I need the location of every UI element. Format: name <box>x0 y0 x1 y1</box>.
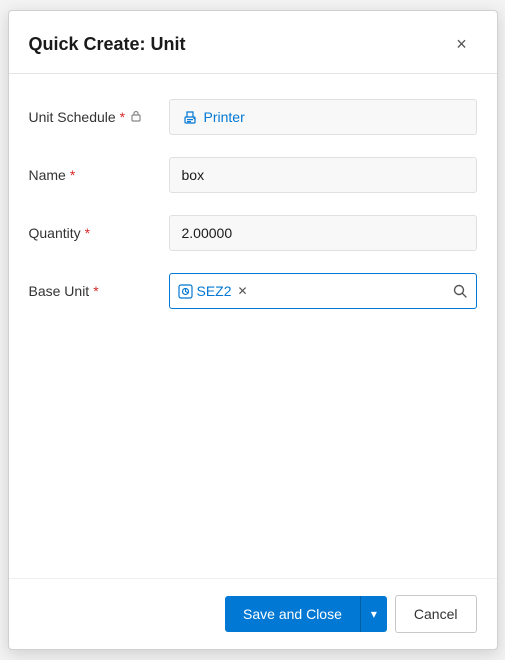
dialog-title: Quick Create: Unit <box>29 34 186 55</box>
name-label: Name * <box>29 167 169 183</box>
name-field[interactable] <box>169 157 477 193</box>
base-unit-required: * <box>93 283 98 299</box>
dialog-footer: Save and Close ▾ Cancel <box>9 578 497 649</box>
unit-schedule-label: Unit Schedule * <box>29 109 169 126</box>
close-icon: × <box>456 34 467 55</box>
cancel-button[interactable]: Cancel <box>395 595 477 633</box>
quick-create-dialog: Quick Create: Unit × Unit Schedule * <box>8 10 498 650</box>
name-row: Name * <box>29 152 477 198</box>
quantity-row: Quantity * <box>29 210 477 256</box>
dialog-body: Unit Schedule * <box>9 74 497 578</box>
quantity-input[interactable] <box>169 215 477 251</box>
save-dropdown-button[interactable]: ▾ <box>360 596 387 632</box>
unit-schedule-display: Printer <box>169 99 477 135</box>
search-icon <box>452 283 468 299</box>
lock-icon <box>129 109 143 126</box>
name-required: * <box>70 167 75 183</box>
unit-schedule-row: Unit Schedule * <box>29 94 477 140</box>
printer-value: Printer <box>204 109 245 125</box>
printer-link[interactable]: Printer <box>182 109 245 125</box>
base-unit-row: Base Unit * SEZ2 ✕ <box>29 268 477 314</box>
save-button-group: Save and Close ▾ <box>225 596 387 632</box>
quantity-label: Quantity * <box>29 225 169 241</box>
quantity-field[interactable] <box>169 215 477 251</box>
dropdown-arrow-icon: ▾ <box>371 607 377 621</box>
quantity-required: * <box>85 225 90 241</box>
name-input[interactable] <box>169 157 477 193</box>
printer-icon <box>182 109 198 125</box>
save-and-close-button[interactable]: Save and Close <box>225 596 360 632</box>
required-indicator: * <box>120 109 125 125</box>
base-unit-remove-button[interactable]: ✕ <box>238 284 248 298</box>
base-unit-field: SEZ2 ✕ <box>169 273 477 309</box>
sez2-icon <box>178 284 193 299</box>
unit-schedule-field: Printer <box>169 99 477 135</box>
base-unit-search-button[interactable] <box>452 283 468 299</box>
dialog-header: Quick Create: Unit × <box>9 11 497 74</box>
base-unit-input[interactable]: SEZ2 ✕ <box>169 273 477 309</box>
base-unit-tag: SEZ2 <box>197 283 232 299</box>
base-unit-label: Base Unit * <box>29 283 169 299</box>
close-button[interactable]: × <box>447 29 477 59</box>
